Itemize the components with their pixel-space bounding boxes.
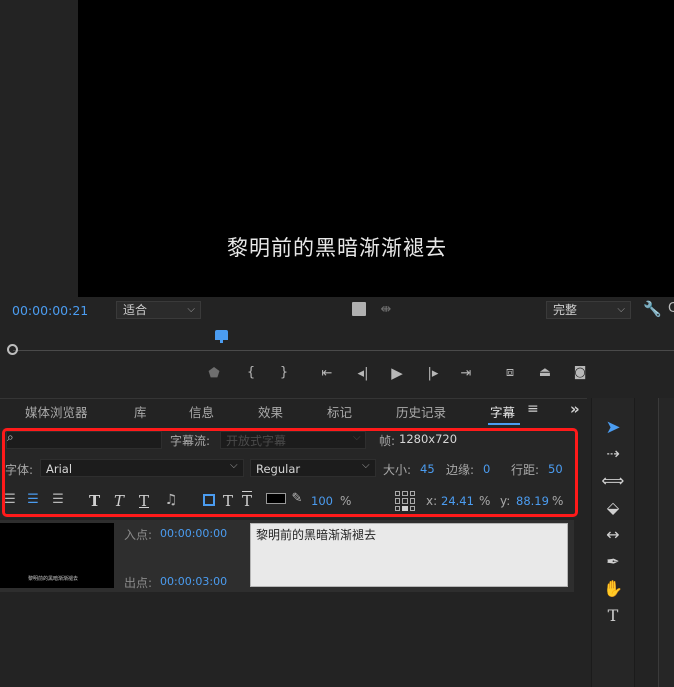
timeline-panel-edge bbox=[658, 398, 674, 687]
left-gutter bbox=[0, 0, 78, 297]
type-tool-icon[interactable]: T bbox=[598, 606, 628, 625]
overwrite-icon[interactable]: ⏏ bbox=[534, 365, 556, 380]
ripple-edit-tool-icon[interactable]: ⟺ bbox=[598, 471, 628, 490]
tab-libraries[interactable]: 库 bbox=[134, 402, 147, 421]
safe-margins-icon[interactable] bbox=[352, 302, 366, 316]
playback-resolution-dropdown[interactable]: 完整 ⌵ bbox=[546, 301, 631, 319]
go-to-out-icon[interactable]: ⇥ bbox=[455, 366, 477, 381]
playhead-timecode[interactable]: 00:00:00:21 bbox=[12, 303, 88, 318]
track-select-tool-icon[interactable]: ⇢ bbox=[598, 444, 628, 463]
camera-export-frame-icon[interactable]: ◙ bbox=[570, 365, 590, 380]
tab-media-browser[interactable]: 媒体浏览器 bbox=[25, 402, 88, 421]
selection-tool-icon[interactable]: ➤ bbox=[598, 417, 628, 438]
slip-tool-icon[interactable]: ↔ bbox=[598, 525, 628, 544]
tab-captions[interactable]: 字幕 bbox=[490, 402, 515, 421]
in-point-value[interactable]: 00:00:00:00 bbox=[160, 527, 227, 540]
playhead-stem bbox=[220, 338, 223, 343]
thumbnail-caption-text: 黎明前的黑暗渐渐褪去 bbox=[28, 576, 79, 582]
overflow-tabs-icon[interactable]: » bbox=[570, 400, 580, 418]
truncated-label: C bbox=[668, 301, 674, 316]
step-back-icon[interactable]: ◂| bbox=[353, 366, 373, 381]
compare-view-icon[interactable]: ⇼ bbox=[377, 302, 395, 317]
zoom-scroll-handle[interactable] bbox=[7, 344, 18, 355]
hand-tool-icon[interactable]: ✋ bbox=[598, 579, 628, 598]
tab-history[interactable]: 历史记录 bbox=[396, 402, 446, 421]
monitor-timeline-ruler[interactable] bbox=[13, 350, 674, 351]
mark-in-icon[interactable]: { bbox=[243, 365, 259, 380]
in-point-label: 入点: bbox=[124, 528, 153, 542]
fit-zoom-dropdown[interactable]: 适合 ⌵ bbox=[116, 301, 201, 319]
chevron-down-icon: ⌵ bbox=[187, 304, 195, 315]
insert-icon[interactable]: ⧈ bbox=[499, 365, 521, 380]
go-to-in-icon[interactable]: ⇤ bbox=[316, 366, 338, 381]
tab-markers[interactable]: 标记 bbox=[327, 402, 352, 421]
mark-out-icon[interactable]: } bbox=[276, 365, 292, 380]
caption-text-editor[interactable]: 黎明前的黑暗渐渐褪去 bbox=[250, 523, 568, 587]
add-marker-icon[interactable]: ⬟ bbox=[206, 366, 222, 381]
out-point-label: 出点: bbox=[124, 576, 153, 590]
active-tab-indicator bbox=[488, 423, 520, 425]
panel-menu-icon[interactable]: ≡ bbox=[527, 401, 539, 417]
tab-info[interactable]: 信息 bbox=[189, 402, 214, 421]
pen-tool-icon[interactable]: ✒ bbox=[598, 552, 628, 571]
razor-tool-icon[interactable]: ⬙ bbox=[598, 498, 628, 517]
tab-effects[interactable]: 效果 bbox=[258, 402, 283, 421]
playback-resolution-value: 完整 bbox=[553, 303, 578, 317]
chevron-down-icon: ⌵ bbox=[617, 304, 625, 315]
step-forward-icon[interactable]: |▸ bbox=[423, 366, 443, 381]
wrench-settings-icon[interactable]: 🔧 bbox=[643, 300, 662, 318]
fit-zoom-value: 适合 bbox=[123, 303, 148, 317]
highlight-annotation-box bbox=[2, 428, 578, 517]
out-point-value[interactable]: 00:00:03:00 bbox=[160, 575, 227, 588]
play-icon[interactable]: ▶ bbox=[387, 364, 407, 382]
viewer-caption-overlay: 黎明前的黑暗渐渐褪去 bbox=[227, 236, 447, 260]
